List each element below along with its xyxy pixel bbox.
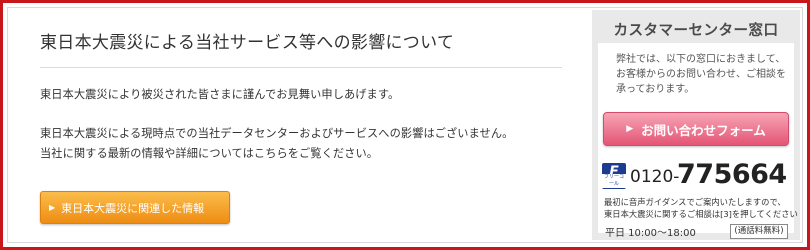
phone-prefix: 0120- bbox=[630, 167, 680, 187]
customer-center-box: 弊社では、以下の窓口におきまして、お客様からのお問い合わせ、ご相談を承っておりま… bbox=[598, 43, 798, 239]
business-hours: 平日 10:00〜18:00 bbox=[605, 228, 696, 239]
impact-message-line-1: 東日本大震災による現時点での当社データセンターおよびサービスへの影響はございませ… bbox=[40, 127, 514, 140]
title-divider bbox=[40, 67, 562, 68]
contact-form-button[interactable]: ▶ お問い合わせフォーム bbox=[603, 112, 789, 146]
sympathy-message: 東日本大震災により被災された皆さまに謹んでお見舞い申しあげます。 bbox=[40, 88, 400, 101]
notice-title: 東日本大震災による当社サービス等への影響について bbox=[40, 33, 455, 53]
contact-form-label: お問い合わせフォーム bbox=[641, 122, 766, 138]
earthquake-info-label: 東日本大震災に関連した情報 bbox=[61, 201, 205, 215]
phone-guidance-line-1: 最初に音声ガイダンスでご案内いたしますので、 bbox=[604, 197, 786, 207]
earthquake-notice: 東日本大震災による当社サービス等への影響について 東日本大震災により被災された皆… bbox=[40, 31, 562, 224]
customer-center-panel: カスタマーセンター窓口 弊社では、以下の窓口におきまして、お客様からのお問い合わ… bbox=[592, 10, 800, 240]
triangle-right-icon: ▶ bbox=[49, 203, 56, 212]
customer-center-title: カスタマーセンター窓口 bbox=[613, 23, 779, 39]
impact-message: 東日本大震災による現時点での当社データセンターおよびサービスへの影響はございませ… bbox=[40, 124, 580, 164]
toll-free-badge: (通話料無料) bbox=[730, 224, 788, 239]
earthquake-info-button[interactable]: ▶ 東日本大震災に関連した情報 bbox=[40, 191, 230, 224]
triangle-right-icon: ▶ bbox=[626, 124, 634, 134]
freecall-logo-text: フリーコール bbox=[602, 174, 626, 188]
phone-number[interactable]: F フリーコール 0120- 775664 bbox=[602, 159, 792, 191]
phone-guidance-note: 最初に音声ガイダンスでご案内いたしますので、 東日本大震災に関するご相談は[3]… bbox=[604, 196, 798, 220]
freecall-logo-icon: F フリーコール bbox=[602, 163, 626, 189]
customer-center-description: 弊社では、以下の窓口におきまして、お客様からのお問い合わせ、ご相談を承っておりま… bbox=[616, 54, 786, 95]
impact-message-line-2: 当社に関する最新の情報や詳細についてはこちらをご覧ください。 bbox=[40, 147, 379, 160]
phone-main-digits: 775664 bbox=[677, 159, 787, 190]
phone-guidance-line-2: 東日本大震災に関するご相談は[3]を押してください bbox=[604, 209, 798, 219]
